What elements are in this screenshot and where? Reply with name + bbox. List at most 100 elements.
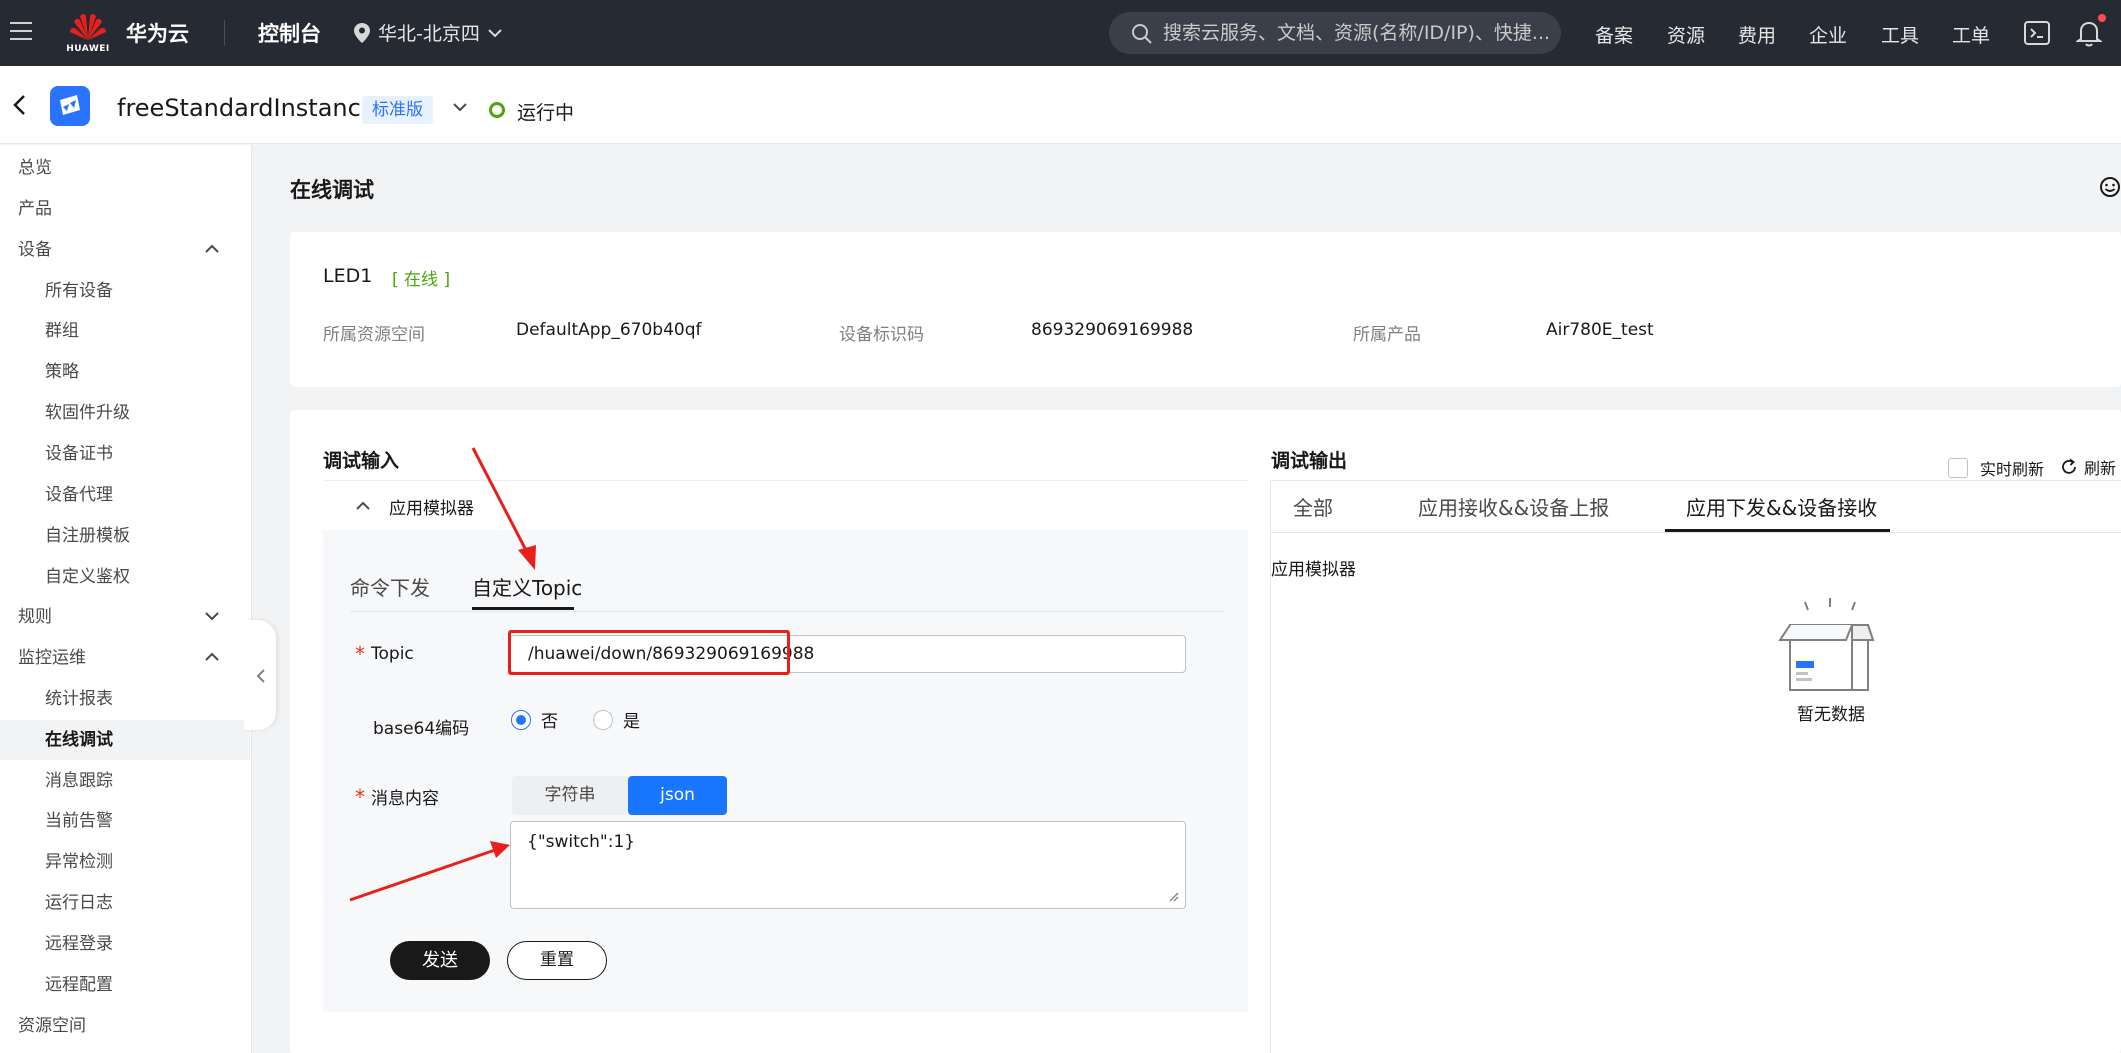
info-label-resource-space: 所属资源空间: [323, 325, 425, 345]
sidebar-item-resource-space[interactable]: 资源空间: [0, 1006, 250, 1046]
output-tab-app-receive[interactable]: 应用接收&&设备上报: [1418, 492, 1609, 521]
format-string-button[interactable]: 字符串: [512, 776, 628, 815]
search-placeholder: 搜索云服务、文档、资源(名称/ID/IP)、快捷...: [1163, 22, 1551, 44]
console-link[interactable]: 控制台: [258, 18, 321, 48]
sidebar-item-monitoring[interactable]: 监控运维: [0, 638, 250, 678]
sidebar-item-certificates[interactable]: 设备证书: [0, 434, 250, 474]
region-selector[interactable]: 华北-北京四: [354, 19, 502, 46]
sidebar-item-products[interactable]: 产品: [0, 189, 250, 229]
sidebar-item-anomaly[interactable]: 异常检测: [0, 842, 250, 882]
top-nav-bar: HUAWEI 华为云 控制台 华北-北京四 搜索云服务、文档、资源(名称/ID/…: [0, 0, 2121, 66]
sidebar-collapse-handle[interactable]: [244, 620, 276, 730]
empty-box-icon: [1778, 598, 1875, 691]
sidebar-item-logs[interactable]: 运行日志: [0, 883, 250, 923]
info-label-product: 所属产品: [1353, 325, 1421, 345]
sidebar-item-all-devices[interactable]: 所有设备: [0, 271, 250, 311]
sidebar-item-label: 自注册模板: [45, 526, 130, 546]
huawei-logo[interactable]: HUAWEI: [64, 10, 112, 56]
instance-switch-chevron-icon[interactable]: [452, 102, 468, 112]
sidebar-item-devices[interactable]: 设备: [0, 230, 250, 270]
sidebar-item-remote-config[interactable]: 远程配置: [0, 965, 250, 1005]
output-tab-all[interactable]: 全部: [1293, 492, 1333, 521]
divider: [224, 20, 225, 46]
sidebar-item-rules[interactable]: 规则: [0, 597, 250, 637]
feedback-smile-icon[interactable]: [2099, 176, 2121, 198]
radio-base64-yes[interactable]: 是: [593, 707, 640, 732]
notification-badge: [2098, 14, 2106, 22]
sidebar-item-policies[interactable]: 策略: [0, 352, 250, 392]
realtime-refresh-label: 实时刷新: [1980, 460, 2045, 479]
instance-status: 运行中: [517, 102, 575, 124]
output-simulator-label: 应用模拟器: [1271, 560, 1356, 580]
sidebar-item-groups[interactable]: 群组: [0, 311, 250, 351]
sidebar-item-custom-auth[interactable]: 自定义鉴权: [0, 557, 250, 597]
top-link-resources[interactable]: 资源: [1667, 21, 1705, 48]
chevron-up-icon: [205, 244, 219, 253]
sidebar-item-proxy[interactable]: 设备代理: [0, 475, 250, 515]
top-link-billing[interactable]: 费用: [1738, 21, 1776, 48]
terminal-icon[interactable]: [2024, 21, 2050, 45]
sidebar: 总览 产品 设备 所有设备 群组 策略 软固件升级 设备证书 设备代理 自注册模…: [0, 145, 252, 1053]
sidebar-item-label: 群组: [45, 321, 79, 341]
global-search-input[interactable]: 搜索云服务、文档、资源(名称/ID/IP)、快捷...: [1109, 12, 1561, 54]
sidebar-item-label: 统计报表: [45, 689, 113, 709]
search-icon: [1132, 24, 1152, 44]
page-title: 在线调试: [290, 178, 374, 202]
tab-command[interactable]: 命令下发: [350, 572, 430, 601]
top-link-tickets[interactable]: 工单: [1952, 21, 1990, 48]
format-json-button[interactable]: json: [628, 776, 727, 815]
radio-base64-no[interactable]: 否: [511, 707, 558, 732]
message-label: * 消息内容: [355, 784, 439, 810]
brand-name[interactable]: 华为云: [126, 18, 189, 48]
refresh-button[interactable]: 刷新: [2060, 455, 2116, 479]
output-tab-app-send[interactable]: 应用下发&&设备接收: [1686, 492, 1877, 521]
location-pin-icon: [354, 22, 370, 43]
refresh-label: 刷新: [2084, 459, 2117, 478]
active-tab-indicator: [472, 607, 574, 610]
menu-icon[interactable]: [10, 20, 36, 42]
sidebar-item-reports[interactable]: 统计报表: [0, 679, 250, 719]
device-info-card: [290, 232, 2121, 387]
resize-handle-icon[interactable]: [1167, 890, 1179, 902]
radio-selected-icon: [511, 709, 531, 730]
sidebar-item-remote-login[interactable]: 远程登录: [0, 924, 250, 964]
top-link-enterprise[interactable]: 企业: [1809, 21, 1847, 48]
send-button[interactable]: 发送: [390, 941, 490, 980]
sidebar-item-online-debug[interactable]: 在线调试: [0, 720, 250, 760]
reset-button[interactable]: 重置: [507, 941, 607, 980]
tabs-divider: [350, 611, 1224, 612]
sidebar-item-message-trace[interactable]: 消息跟踪: [0, 761, 250, 801]
top-link-beian[interactable]: 备案: [1595, 21, 1633, 48]
message-content-value: {"switch":1}: [527, 832, 636, 852]
realtime-refresh-checkbox[interactable]: 实时刷新: [1948, 456, 2044, 480]
sidebar-item-overview[interactable]: 总览: [0, 148, 250, 188]
sidebar-item-alarms[interactable]: 当前告警: [0, 801, 250, 841]
info-value-product: Air780E_test: [1546, 320, 1654, 340]
tab-custom-topic[interactable]: 自定义Topic: [472, 572, 582, 601]
sidebar-item-label: 异常检测: [45, 852, 113, 872]
info-value-resource-space: DefaultApp_670b40qf: [516, 320, 702, 340]
sidebar-item-label: 策略: [45, 362, 79, 382]
region-label: 华北-北京四: [378, 23, 480, 45]
chevron-left-icon: [256, 669, 265, 683]
required-marker: *: [355, 642, 365, 666]
sidebar-item-label: 在线调试: [45, 730, 113, 750]
message-format-toggle: 字符串 json: [512, 776, 727, 815]
radio-unselected-icon: [593, 709, 613, 730]
required-marker: *: [355, 784, 365, 809]
sidebar-item-registration[interactable]: 自注册模板: [0, 516, 250, 556]
sidebar-item-label: 设备证书: [45, 444, 113, 464]
debug-output-title: 调试输出: [1271, 450, 1348, 472]
simulator-collapse-row[interactable]: 应用模拟器: [323, 480, 1248, 530]
back-arrow-icon[interactable]: [12, 94, 26, 116]
bell-icon[interactable]: [2076, 19, 2102, 47]
sidebar-item-label: 资源空间: [18, 1016, 86, 1036]
message-content-textarea[interactable]: {"switch":1}: [510, 821, 1186, 909]
status-indicator-icon: [489, 102, 505, 118]
sidebar-item-label: 产品: [18, 199, 52, 219]
edition-badge: 标准版: [362, 96, 433, 124]
topic-label-text: Topic: [371, 644, 414, 664]
top-link-tools[interactable]: 工具: [1881, 21, 1919, 48]
chevron-down-icon: [488, 28, 502, 37]
sidebar-item-firmware[interactable]: 软固件升级: [0, 393, 250, 433]
